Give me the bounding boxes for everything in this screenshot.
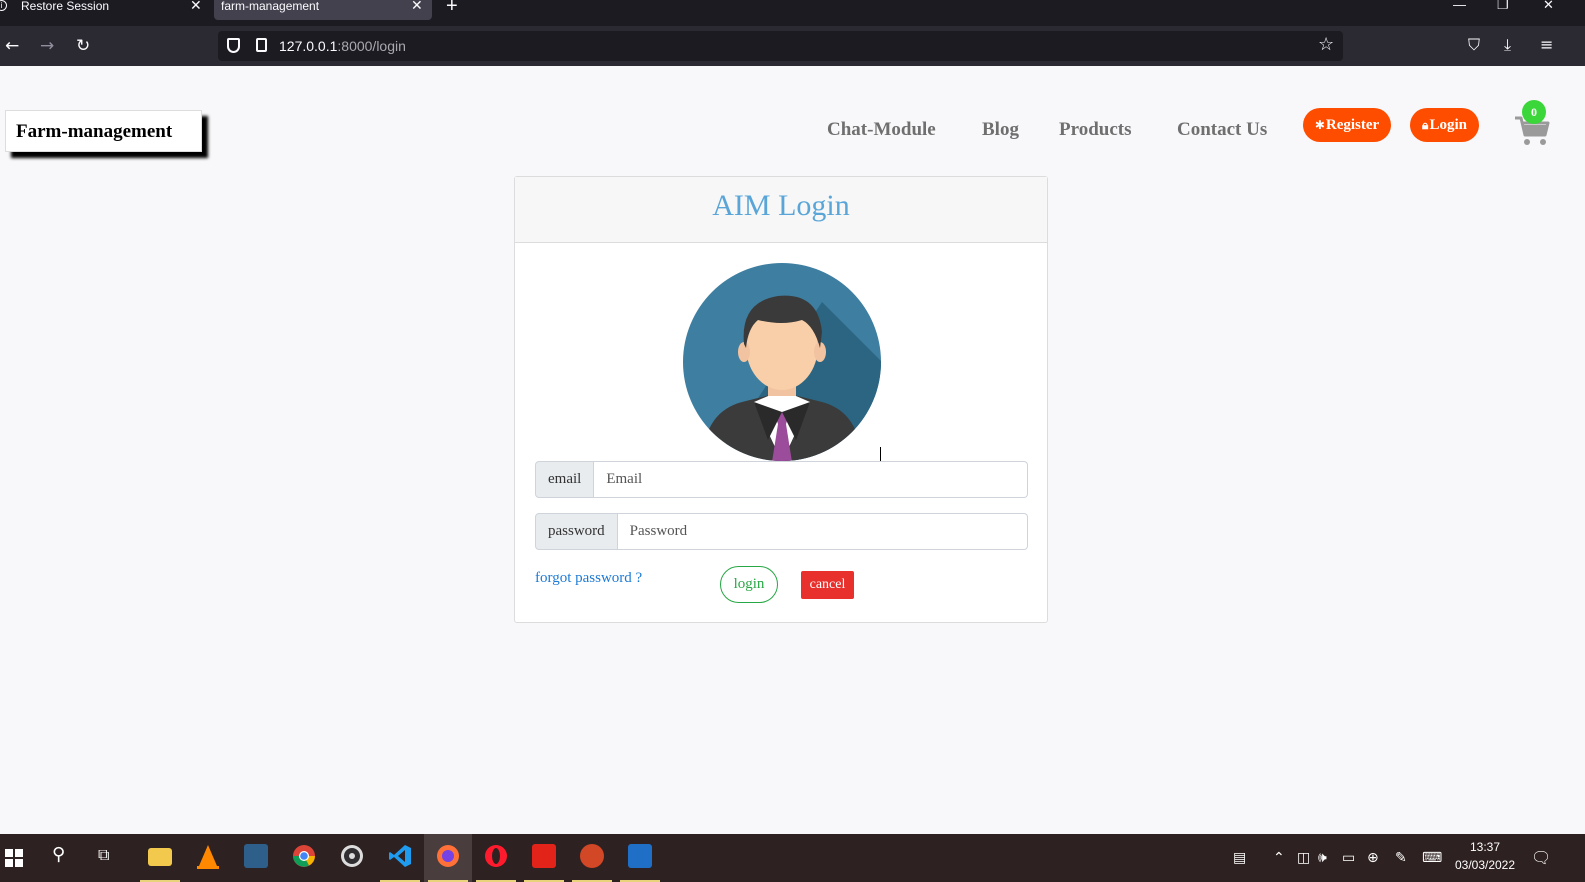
password-field[interactable]	[617, 513, 1028, 550]
meet-now-icon[interactable]: ◫	[1297, 850, 1310, 866]
nav-blog[interactable]: Blog	[982, 119, 1019, 141]
workbench-glyph	[244, 844, 268, 868]
login-card-header: AIM Login	[515, 177, 1047, 243]
close-window-icon[interactable]: ✕	[1543, 0, 1554, 12]
obs-icon[interactable]	[328, 834, 376, 882]
password-input-group: password	[535, 513, 1028, 550]
battery-icon[interactable]: ▭	[1342, 850, 1355, 866]
photos-glyph	[628, 844, 652, 868]
email-input-group: email	[535, 461, 1028, 498]
page-icon[interactable]	[256, 38, 267, 52]
volume-icon[interactable]: 🕪︎	[1318, 850, 1327, 866]
nav-products[interactable]: Products	[1059, 119, 1131, 141]
login-card: AIM Login email password forgot password…	[514, 176, 1048, 623]
email-field[interactable]	[594, 461, 1028, 498]
info-icon: i	[0, 0, 7, 11]
login-nav-label: Login	[1429, 117, 1467, 133]
email-label: email	[535, 461, 595, 498]
notification-icon[interactable]: 🗨︎	[1531, 850, 1551, 866]
restore-window-icon[interactable]: ❐	[1497, 0, 1509, 12]
windows-taskbar: ⚲ ⧉ ▤ ⌃ ◫ 🕪︎ ▭ ⊕ ✎ ⌨ 13:37 03/03/2022 🗨︎	[0, 834, 1585, 882]
clock-date: 03/03/2022	[1454, 858, 1516, 872]
nav-chat-module[interactable]: Chat-Module	[827, 119, 936, 141]
opera-icon[interactable]	[472, 834, 520, 882]
vlc-cone-glyph	[197, 845, 219, 869]
file-explorer-icon[interactable]	[136, 834, 184, 882]
download-icon[interactable]: ⤓	[1504, 36, 1511, 54]
system-clock[interactable]: 13:37 03/03/2022	[1452, 838, 1518, 874]
tab-restore-session[interactable]: i Restore Session ✕	[0, 0, 207, 20]
mysql-workbench-icon[interactable]	[232, 834, 280, 882]
reload-icon[interactable]: ↻	[76, 36, 90, 56]
lock-icon: 🔒︎	[1422, 118, 1429, 132]
photos-icon[interactable]	[616, 834, 664, 882]
user-plus-icon: ✱	[1314, 118, 1325, 132]
back-arrow-icon[interactable]: ←	[5, 36, 19, 56]
vscode-icon[interactable]	[376, 834, 424, 882]
search-icon[interactable]: ⚲	[52, 846, 65, 864]
tab-title: farm-management	[221, 0, 320, 13]
vlc-icon[interactable]	[184, 834, 232, 882]
windows-logo-icon	[5, 849, 23, 867]
forgot-password-link[interactable]: forgot password ?	[535, 569, 642, 587]
browser-tab-bar: i Restore Session ✕ farm-management ✕ + …	[0, 0, 1585, 26]
bookmark-star-icon[interactable]: ☆	[1318, 35, 1334, 55]
nav-contact-us[interactable]: Contact Us	[1177, 119, 1267, 141]
user-avatar-icon	[683, 263, 881, 461]
minimize-icon[interactable]: —	[1453, 0, 1466, 12]
text-cursor	[880, 447, 881, 461]
chrome-icon[interactable]	[280, 834, 328, 882]
clock-time: 13:37	[1469, 840, 1501, 854]
pen-icon[interactable]: ✎	[1395, 850, 1407, 866]
opera-glyph	[485, 845, 507, 867]
login-nav-button[interactable]: 🔒︎Login	[1410, 108, 1479, 142]
task-view-icon[interactable]: ⧉	[98, 847, 109, 863]
forward-arrow-icon[interactable]: →	[40, 36, 54, 56]
folder-glyph	[148, 848, 172, 866]
windows-start-icon[interactable]	[0, 834, 48, 882]
menu-icon[interactable]: ≡	[1540, 36, 1553, 54]
network-globe-icon[interactable]: ⊕	[1367, 850, 1379, 866]
powerpoint-icon[interactable]	[568, 834, 616, 882]
chevron-up-icon[interactable]: ⌃	[1273, 850, 1285, 866]
chrome-glyph	[293, 845, 315, 867]
shield-icon[interactable]	[227, 38, 240, 53]
tab-farm-management[interactable]: farm-management ✕	[214, 0, 432, 20]
firefox-glyph	[437, 845, 459, 867]
password-label: password	[535, 513, 618, 550]
register-label: Register	[1325, 117, 1380, 133]
browser-toolbar: ← → ↻ 127.0.0.1:8000/login ☆ ⛉ ⤓ ≡	[0, 26, 1585, 66]
new-tab-button[interactable]: +	[446, 0, 458, 16]
keyboard-icon[interactable]: ⌨	[1422, 850, 1442, 866]
acrobat-icon[interactable]	[520, 834, 568, 882]
brand-logo-box[interactable]: Farm-management	[5, 110, 202, 152]
login-title: AIM Login	[712, 189, 850, 222]
vscode-glyph	[389, 845, 411, 867]
firefox-icon[interactable]	[424, 834, 472, 882]
url-text[interactable]: 127.0.0.1:8000/login	[279, 38, 406, 54]
pocket-icon[interactable]: ⛉	[1468, 36, 1480, 54]
acrobat-glyph	[532, 844, 556, 868]
tab-title: Restore Session	[21, 0, 110, 13]
url-host: 127.0.0.1	[279, 38, 338, 54]
brand-title[interactable]: Farm-management	[16, 121, 172, 143]
login-submit-button[interactable]: login	[720, 566, 778, 603]
register-button[interactable]: ✱Register	[1303, 108, 1391, 142]
close-tab-icon[interactable]: ✕	[411, 0, 423, 12]
close-tab-icon[interactable]: ✕	[190, 0, 202, 12]
powerpoint-glyph	[580, 844, 604, 868]
cart-count-badge: 0	[1522, 100, 1546, 124]
url-path: :8000/login	[337, 38, 406, 54]
obs-glyph	[341, 845, 363, 867]
news-widget-icon[interactable]: ▤	[1233, 850, 1246, 866]
cancel-button[interactable]: cancel	[801, 571, 854, 599]
url-bar[interactable]: 127.0.0.1:8000/login ☆	[218, 31, 1343, 61]
